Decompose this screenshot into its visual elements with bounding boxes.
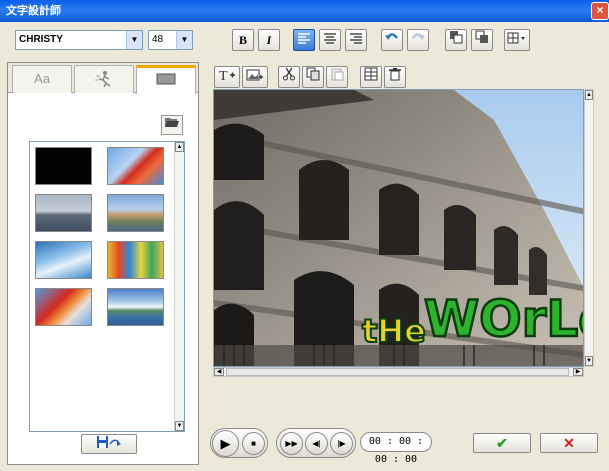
layer-front-icon <box>475 30 488 43</box>
preview-horizontal-scrollbar[interactable]: ◀ ▶ <box>213 367 584 377</box>
scroll-left-icon[interactable]: ◀ <box>214 368 224 376</box>
thumbnail-mountain-lake[interactable] <box>107 288 164 326</box>
scroll-thumb[interactable] <box>226 368 569 376</box>
stop-button[interactable]: ■ <box>242 432 265 455</box>
previous-frame-button[interactable]: ◀| <box>305 432 328 455</box>
grid-menu-icon <box>507 32 525 44</box>
svg-text:T: T <box>219 69 228 83</box>
add-text-button[interactable]: T <box>214 66 240 88</box>
scroll-down-icon[interactable]: ▼ <box>175 421 184 431</box>
play-button[interactable]: ▶ <box>212 430 239 457</box>
chevron-down-icon[interactable]: ▼ <box>126 31 142 49</box>
font-name-select[interactable]: CHRISTY ▼ <box>15 30 143 50</box>
redo-icon <box>411 33 425 40</box>
send-backward-button[interactable] <box>445 29 467 51</box>
chevron-down-icon[interactable]: ▼ <box>176 31 192 49</box>
cancel-button[interactable]: ✕ <box>540 433 598 453</box>
font-style-icon: Aa <box>34 71 50 86</box>
layer-back-icon <box>450 31 463 44</box>
preview-canvas[interactable]: tHe WOrLd <box>213 89 584 367</box>
play-icon: ▶ <box>220 436 231 451</box>
thumbnail-red-leaves-2[interactable] <box>35 288 92 326</box>
grid-menu-button[interactable] <box>504 29 530 51</box>
next-frame-button[interactable]: |▶ <box>330 432 353 455</box>
align-center-button[interactable] <box>319 29 341 51</box>
fast-forward-button[interactable]: ▶▶ <box>280 432 303 455</box>
background-thumbnail-list: ▲ ▼ <box>29 141 185 432</box>
align-right-button[interactable] <box>345 29 367 51</box>
delete-object-button[interactable] <box>384 66 406 88</box>
save-template-icon <box>97 436 121 448</box>
style-library-panel: Aa ▲ ▼ <box>7 62 199 465</box>
tab-font-styles[interactable]: Aa <box>12 65 72 93</box>
paste-icon <box>331 68 344 81</box>
window-titlebar: 文字設計師 × <box>0 0 609 22</box>
previous-frame-icon: ◀| <box>312 439 321 448</box>
thumbnail-red-leaves[interactable] <box>107 147 164 185</box>
copy-icon <box>306 67 320 81</box>
paste-button[interactable] <box>326 66 348 88</box>
fast-forward-icon: ▶▶ <box>285 439 298 448</box>
thumbnail-waterfall-blue[interactable] <box>35 241 92 279</box>
thumbnail-castle-bridge[interactable] <box>107 194 164 232</box>
align-right-icon <box>350 33 362 44</box>
align-objects-button[interactable] <box>360 66 382 88</box>
title-text-world[interactable]: WOrLd <box>423 289 584 350</box>
preview-toolbar: T <box>214 66 424 88</box>
figure-motion-icon <box>95 71 111 88</box>
main-toolbar: CHRISTY ▼ 48 ▼ B I <box>0 22 609 58</box>
save-template-button[interactable] <box>81 434 137 454</box>
italic-button[interactable]: I <box>258 29 280 51</box>
add-image-button[interactable] <box>242 66 268 88</box>
font-name-value: CHRISTY <box>19 34 63 45</box>
align-center-icon <box>324 33 336 44</box>
scroll-right-icon[interactable]: ▶ <box>573 368 583 376</box>
window-title: 文字設計師 <box>6 5 61 17</box>
cut-button[interactable] <box>278 66 300 88</box>
thumbnail-city-river[interactable] <box>35 194 92 232</box>
scroll-down-icon[interactable]: ▼ <box>585 356 593 366</box>
next-frame-icon: |▶ <box>337 439 346 448</box>
scroll-up-icon[interactable]: ▲ <box>175 142 184 152</box>
stop-icon: ■ <box>251 439 256 448</box>
folder-open-icon <box>165 118 179 127</box>
colosseum-background-image: tHe WOrLd <box>214 90 584 366</box>
redo-button[interactable] <box>407 29 429 51</box>
thumbnail-scrollbar[interactable]: ▲ ▼ <box>174 142 184 431</box>
thumbnail-black[interactable] <box>35 147 92 185</box>
copy-button[interactable] <box>302 66 324 88</box>
tab-backgrounds[interactable] <box>136 65 196 94</box>
ok-button[interactable]: ✔ <box>473 433 531 453</box>
close-button[interactable]: × <box>591 2 609 20</box>
bold-button[interactable]: B <box>232 29 254 51</box>
preview-vertical-scrollbar[interactable]: ▲ ▼ <box>584 89 594 367</box>
library-tabs: Aa <box>8 63 198 94</box>
cut-icon <box>283 67 295 81</box>
title-text-the[interactable]: tHe <box>361 311 427 351</box>
tab-motion[interactable] <box>74 65 134 93</box>
open-folder-button[interactable] <box>161 115 183 135</box>
add-text-icon: T <box>219 69 235 84</box>
font-size-select[interactable]: 48 ▼ <box>148 30 193 50</box>
undo-button[interactable] <box>381 29 403 51</box>
font-size-value: 48 <box>152 34 164 45</box>
add-image-icon <box>246 69 263 81</box>
thumbnail-colorful-street[interactable] <box>107 241 164 279</box>
timecode-display[interactable]: 00 : 00 : 00 : 00 <box>360 432 432 465</box>
bring-forward-button[interactable] <box>471 29 493 51</box>
align-left-icon <box>298 33 310 44</box>
background-icon <box>156 73 176 85</box>
scroll-up-icon[interactable]: ▲ <box>585 90 593 100</box>
delete-icon <box>389 68 401 81</box>
undo-icon <box>385 33 399 40</box>
align-left-button[interactable] <box>293 29 315 51</box>
align-icon <box>364 67 378 81</box>
